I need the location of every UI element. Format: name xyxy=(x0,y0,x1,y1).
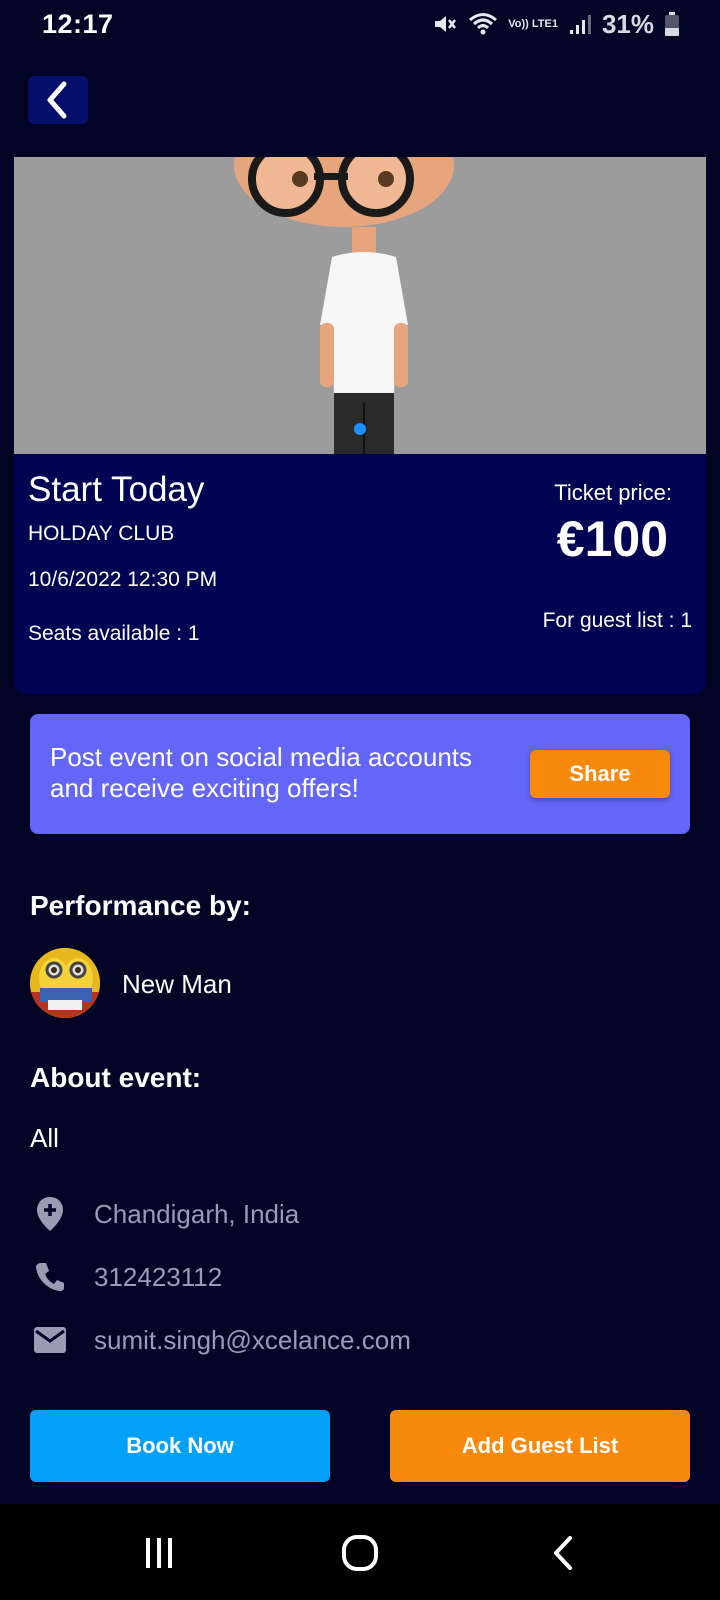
phone-text: 312423112 xyxy=(94,1261,223,1292)
about-title: About event: xyxy=(30,1062,202,1093)
mute-icon xyxy=(432,11,458,37)
location-text: Chandigarh, India xyxy=(94,1198,300,1229)
phone-row: 312423112 xyxy=(30,1257,222,1297)
back-button[interactable] xyxy=(28,76,88,124)
event-image-carousel[interactable] xyxy=(14,157,706,454)
phone-icon xyxy=(30,1257,70,1297)
share-banner: Post event on social media accounts and … xyxy=(30,714,690,834)
location-pin-icon xyxy=(30,1194,70,1234)
ticket-price-label: Ticket price: xyxy=(554,480,672,505)
signal-icon xyxy=(568,12,592,36)
guest-list-count: For guest list : 1 xyxy=(542,609,692,632)
chevron-left-icon xyxy=(47,81,67,119)
share-button[interactable]: Share xyxy=(530,750,670,798)
status-bar: 12:17 Vo)) LTE1 31% xyxy=(0,0,720,48)
event-venue: HOLDAY CLUB xyxy=(28,522,175,545)
ticket-price: €100 xyxy=(556,511,668,567)
home-icon[interactable] xyxy=(335,1528,385,1578)
avatar[interactable] xyxy=(30,948,100,1018)
performer-name: New Man xyxy=(122,969,232,999)
email-text: sumit.singh@xcelance.com xyxy=(94,1324,411,1355)
event-datetime: 10/6/2022 12:30 PM xyxy=(28,568,218,591)
system-nav-bar xyxy=(0,1504,720,1600)
add-guest-list-button[interactable]: Add Guest List xyxy=(390,1410,690,1482)
battery-icon xyxy=(664,11,680,37)
location-row: Chandigarh, India xyxy=(30,1194,299,1234)
battery-percent: 31% xyxy=(601,8,654,39)
mail-icon xyxy=(30,1320,70,1360)
seats-available: Seats available : 1 xyxy=(28,622,200,645)
event-image xyxy=(14,157,706,454)
back-icon[interactable] xyxy=(538,1528,588,1578)
performer-avatar-image xyxy=(30,948,100,1018)
book-now-button[interactable]: Book Now xyxy=(30,1410,330,1482)
carousel-dot-active[interactable] xyxy=(354,423,366,435)
email-row: sumit.singh@xcelance.com xyxy=(30,1320,411,1360)
share-promo-text: Post event on social media accounts and … xyxy=(50,742,473,803)
event-info-card: Start Today HOLDAY CLUB 10/6/2022 12:30 … xyxy=(14,454,706,694)
status-icons: Vo)) LTE1 31% xyxy=(432,9,680,40)
wifi-icon xyxy=(468,11,498,37)
performance-title: Performance by: xyxy=(30,890,251,921)
event-title: Start Today xyxy=(28,470,205,509)
volte-icon: Vo)) LTE1 xyxy=(508,17,558,30)
status-time: 12:17 xyxy=(42,8,114,39)
about-text: All xyxy=(30,1123,59,1153)
recent-apps-icon[interactable] xyxy=(134,1528,184,1578)
